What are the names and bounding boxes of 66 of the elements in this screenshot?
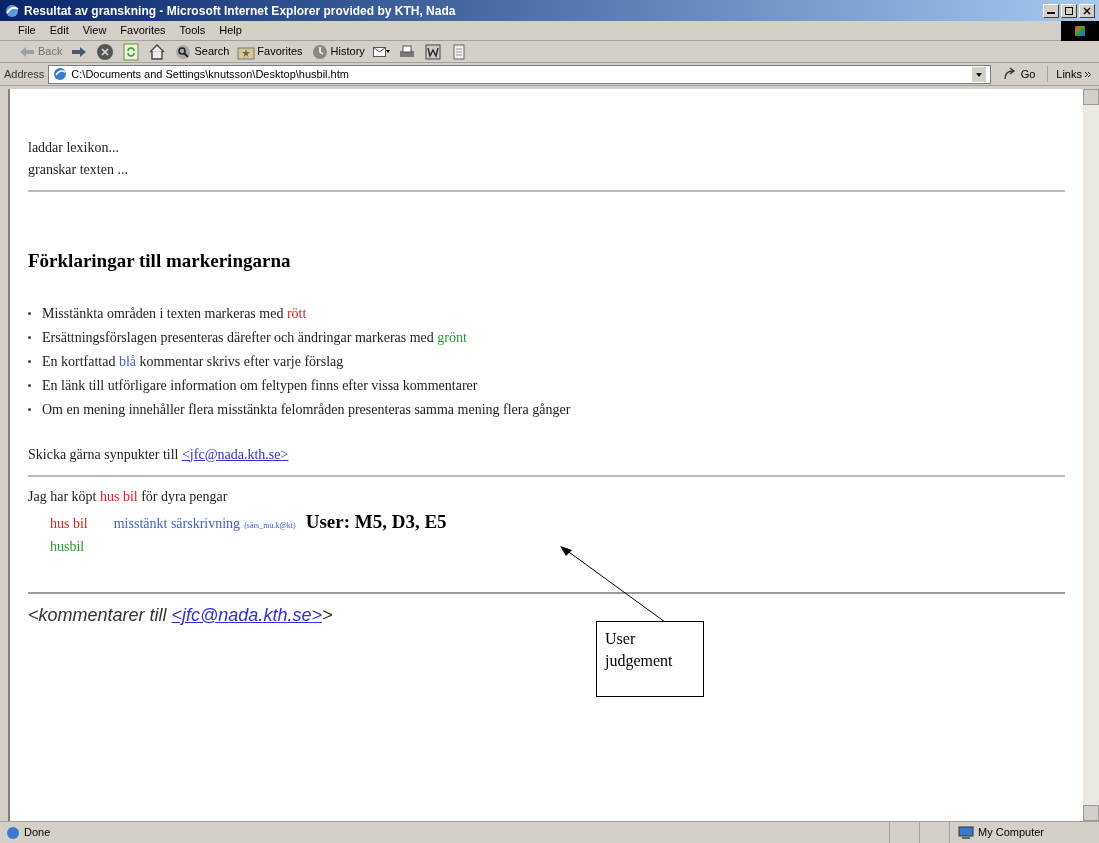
refresh-icon [122,42,141,61]
toolbar-button[interactable]: Search [174,42,230,61]
bullet-text: Ersättningsförslagen presenteras därefter och ändringar markeras med grönt [42,328,467,347]
chevron-icon [1085,71,1091,77]
minimize-button[interactable] [1043,3,1059,18]
toolbar-button[interactable] [372,46,390,57]
page-icon [53,67,68,81]
minimize-icon [1047,12,1055,14]
bullet-icon [28,312,31,315]
menu-item[interactable]: Favorites [120,22,166,39]
comment-prompt-text: <kommentarer till [28,605,168,625]
search-icon [174,42,193,61]
bullet-text: En kortfattad blå kommentar skrivs efter varje förslag [42,352,344,371]
maximize-button[interactable] [1061,3,1077,18]
windows-logo-icon [1061,20,1099,41]
stop-icon [96,42,115,61]
feedback-text: Skicka gärna synpukter till [28,446,180,462]
links-button[interactable]: Links [1047,65,1099,83]
go-button[interactable]: Go [994,65,1044,83]
section-heading: Förklaringar till markeringarna [28,249,292,273]
toolbar-button[interactable]: Favorites [237,42,303,61]
menu-item[interactable]: File [18,22,36,39]
window-title: Resultat av granskning - Microsoft Internet Explorer provided by KTH, Nada [24,2,456,20]
computer-icon [958,825,974,840]
user-judgement-text: User: M5, D3, E5 [305,509,447,534]
bullet-text: Misstänkta områden i texten markeras med rött [42,304,307,323]
bullet-text: En länk till utförligare information om feltypen finns efter vissa kommentarer [42,376,478,395]
close-icon [1083,6,1091,15]
toolbar-button[interactable] [148,42,167,61]
toolbar-button[interactable]: History [310,42,365,61]
comment-prompt-text: > [321,605,333,625]
email-link[interactable]: <jfc@nada.kth.se> [181,446,289,462]
suggestion-text: husbil [49,538,86,556]
flagged-text: hus bil [50,514,88,533]
bullet-icon [28,336,31,339]
bullet-icon [28,360,31,363]
page-icon [6,825,20,840]
scrollbar[interactable] [1083,89,1099,821]
callout-box: User judgement [596,621,704,697]
info-link[interactable]: (särs_mu.k@kt) [244,519,296,532]
mail-icon [372,46,390,57]
sentence-text: Jag har köpt hus bil för dyra pengar [28,487,229,506]
close-button[interactable] [1079,3,1095,18]
comment-text: misstänkt särskrivning [113,514,241,533]
email-link[interactable]: <jfc@nada.kth.se> [171,605,322,625]
history-icon [310,42,329,61]
home-icon [148,42,167,61]
toolbar-button[interactable] [423,42,442,61]
menu-item[interactable]: Tools [179,22,206,39]
browser-logo-icon [4,2,20,19]
status-text: Done [24,825,51,841]
address-label: Address [4,66,45,82]
zone-text: My Computer [978,825,1045,841]
go-arrow-icon [1002,67,1017,81]
menu-item[interactable]: Help [219,22,242,39]
menu-item[interactable]: Edit [49,22,69,39]
menu-item[interactable]: View [82,22,107,39]
bullet-icon [28,384,31,387]
toolbar-button[interactable] [96,42,115,61]
bullet-text: Om en mening innehåller flera misstänkta felområden presenteras samma mening flera gånger [42,400,571,419]
maximize-icon [1065,6,1073,15]
status-line: granskar texten ... [28,161,129,179]
bullet-icon [28,408,31,411]
word-document-icon [423,42,442,61]
status-line: laddar lexikon... [28,139,120,157]
address-field[interactable]: C:\Documents and Settings\knutsson\Desktop\husbil.htm [48,64,991,84]
